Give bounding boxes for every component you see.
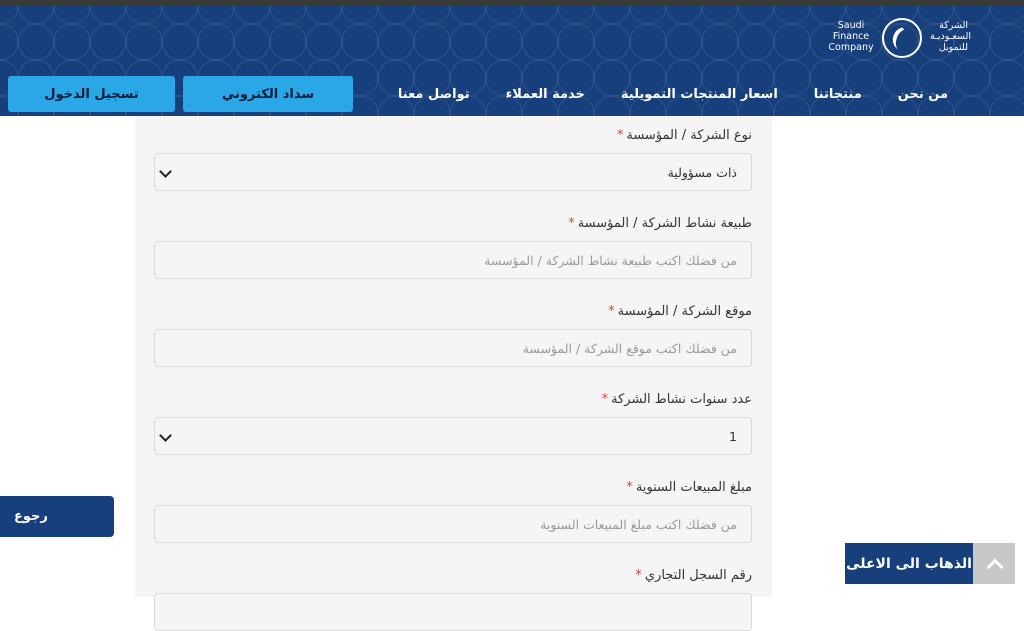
scroll-top-button[interactable] xyxy=(973,543,1015,584)
e-payment-button[interactable]: سداد الكتروني xyxy=(183,76,353,112)
cr-number-input[interactable] xyxy=(154,593,752,631)
logo-arabic-text: الشركة السعـوديـة للتمويل xyxy=(930,20,972,53)
logo-emblem-icon xyxy=(882,18,922,58)
years-select[interactable]: 1 xyxy=(154,417,752,455)
field-label-cr-number: رقم السجل التجاري* xyxy=(635,568,752,583)
field-label-location: موقع الشركة / المؤسسة* xyxy=(608,304,752,319)
activity-input[interactable]: من فضلك اكتب طبيعة نشاط الشركة / المؤسسة xyxy=(154,241,752,279)
field-label-activity: طبيعة نشاط الشركة / المؤسسة* xyxy=(568,216,752,231)
company-type-select[interactable]: ذات مسؤولية xyxy=(154,153,752,191)
field-label-company-type: نوع الشركة / المؤسسة* xyxy=(616,128,752,143)
chevron-up-icon xyxy=(986,558,1004,576)
field-label-years: عدد سنوات نشاط الشركة* xyxy=(601,392,752,407)
nav-item-contact[interactable]: تواصل معنا xyxy=(398,87,470,102)
annual-sales-input[interactable]: من فضلك اكتب مبلغ المبيعات السنوية xyxy=(154,505,752,543)
main-nav: تواصل معنا خدمة العملاء اسعار المنتجات ا… xyxy=(398,76,948,112)
nav-item-products[interactable]: منتجاتنا xyxy=(814,87,862,102)
nav-item-financing-prices[interactable]: اسعار المنتجات التمويلية xyxy=(621,87,778,102)
company-logo[interactable]: الشركة السعـوديـة للتمويل Saudi Finance … xyxy=(818,16,972,66)
field-label-annual-sales: مبلغ المبيعات السنوية* xyxy=(626,480,752,495)
company-info-form: نوع الشركة / المؤسسة* ذات مسؤولية طبيعة … xyxy=(135,116,772,631)
location-input[interactable]: من فضلك اكتب موقع الشركة / المؤسسة xyxy=(154,329,752,367)
back-button[interactable]: رجوع xyxy=(0,496,114,537)
scroll-top-label[interactable]: الذهاب الى الاعلى xyxy=(845,543,973,584)
chevron-down-icon xyxy=(159,165,172,178)
chevron-down-icon xyxy=(159,429,172,442)
nav-item-about[interactable]: من نحن xyxy=(898,87,948,102)
login-button[interactable]: تسجيل الدخول xyxy=(8,76,175,112)
nav-item-customer-service[interactable]: خدمة العملاء xyxy=(506,87,585,102)
logo-english-text: Saudi Finance Company xyxy=(828,20,874,53)
